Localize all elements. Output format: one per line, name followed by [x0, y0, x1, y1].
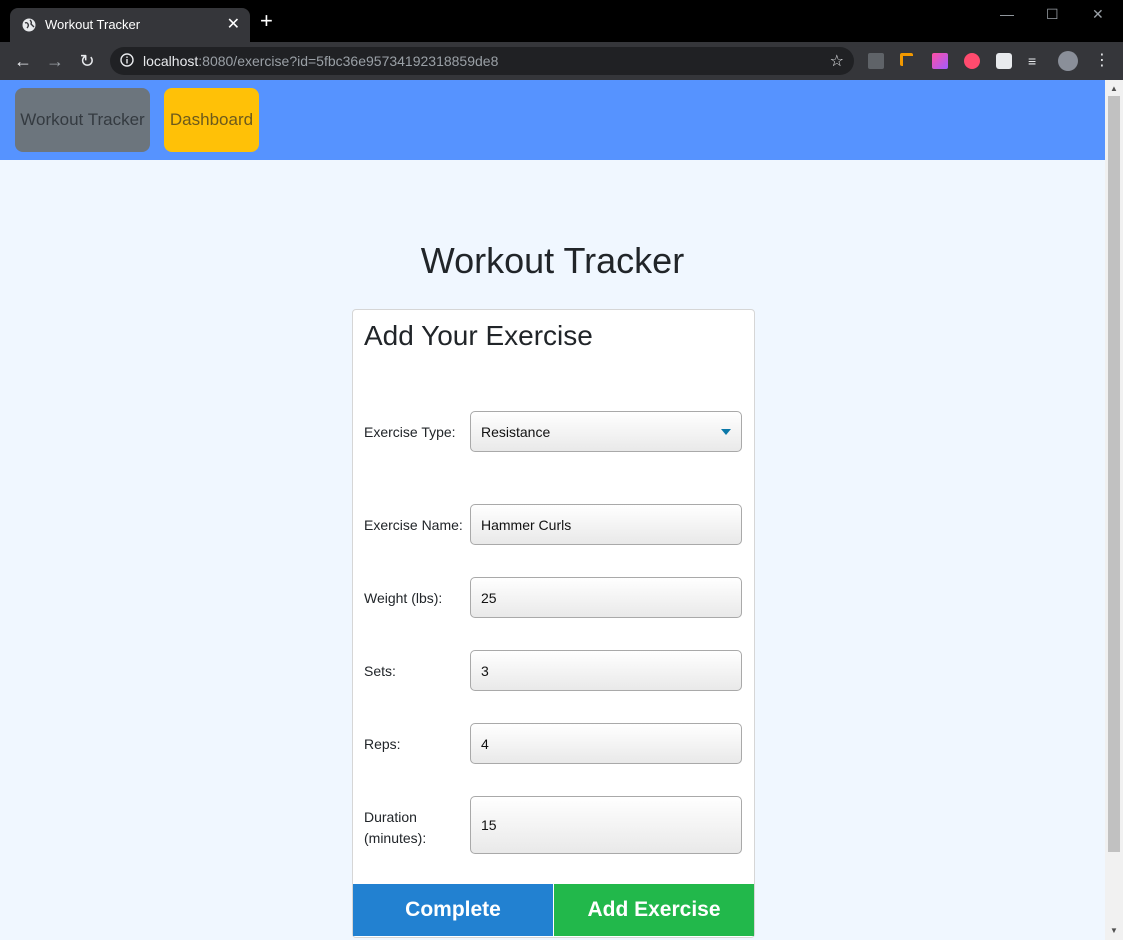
scrollbar-thumb[interactable] [1108, 96, 1120, 852]
weight-input[interactable]: 25 [470, 577, 742, 618]
sets-value: 3 [481, 662, 489, 679]
workout-tracker-nav-button[interactable]: Workout Tracker [15, 88, 150, 152]
info-icon[interactable] [120, 53, 134, 67]
url-path: :8080/exercise?id=5fbc36e95734192318859d… [198, 53, 499, 69]
add-exercise-button[interactable]: Add Exercise [554, 884, 754, 936]
reps-input[interactable]: 4 [470, 723, 742, 764]
extension-gradient-icon[interactable] [932, 53, 948, 69]
exercise-name-input[interactable]: Hammer Curls [470, 504, 742, 545]
duration-label: Duration (minutes): [364, 807, 426, 849]
exercise-name-label: Exercise Name: [364, 517, 463, 533]
back-arrow-icon[interactable]: ← [12, 50, 34, 72]
reps-label: Reps: [364, 736, 401, 752]
page-viewport: Workout Tracker Dashboard Workout Tracke… [0, 80, 1105, 940]
globe-icon [22, 18, 36, 32]
extensions-puzzle-icon[interactable] [996, 53, 1012, 69]
window-close-icon[interactable]: ✕ [1092, 6, 1104, 23]
maximize-icon[interactable]: ☐ [1046, 6, 1059, 23]
exercise-name-value: Hammer Curls [481, 516, 572, 533]
browser-tab-strip: Workout Tracker ✕ + — ☐ ✕ [0, 0, 1123, 42]
exercise-form-card: Add Your Exercise Exercise Type: Resista… [352, 309, 755, 938]
scroll-up-arrow-icon[interactable]: ▲ [1110, 84, 1118, 93]
extension-record-icon[interactable] [964, 53, 980, 69]
duration-input[interactable]: 15 [470, 796, 742, 854]
minimize-icon[interactable]: — [1000, 6, 1014, 22]
sets-label: Sets: [364, 663, 396, 679]
complete-button[interactable]: Complete [353, 884, 553, 936]
close-tab-icon[interactable]: ✕ [227, 14, 240, 34]
exercise-type-value: Resistance [481, 423, 551, 440]
profile-avatar[interactable] [1058, 51, 1078, 71]
sets-input[interactable]: 3 [470, 650, 742, 691]
url-text: localhost:8080/exercise?id=5fbc36e957341… [143, 53, 498, 69]
duration-value: 15 [481, 817, 497, 833]
browser-toolbar: ← → ↻ localhost:8080/exercise?id=5fbc36e… [0, 42, 1123, 80]
reload-icon[interactable]: ↻ [76, 50, 98, 72]
extension-window-icon[interactable] [868, 53, 884, 69]
tab-title: Workout Tracker [45, 17, 141, 32]
bookmark-star-icon[interactable]: ☆ [830, 51, 844, 71]
page-title: Workout Tracker [420, 240, 685, 281]
address-bar[interactable]: localhost:8080/exercise?id=5fbc36e957341… [110, 47, 854, 75]
reps-value: 4 [481, 735, 489, 752]
page-scrollbar[interactable]: ▲ ▼ [1105, 80, 1123, 940]
url-host: localhost [143, 53, 199, 69]
top-navbar: Workout Tracker Dashboard [0, 80, 1105, 160]
exercise-type-label: Exercise Type: [364, 424, 456, 440]
weight-value: 25 [481, 589, 497, 606]
duration-label-line1: Duration [364, 809, 417, 825]
scroll-down-arrow-icon[interactable]: ▼ [1110, 926, 1118, 935]
extension-crop-icon[interactable] [900, 53, 913, 66]
duration-label-line2: (minutes): [364, 830, 427, 846]
media-queue-icon[interactable]: ≡ [1028, 53, 1044, 69]
dropdown-caret-icon [721, 429, 731, 435]
dashboard-nav-button[interactable]: Dashboard [164, 88, 259, 152]
form-title: Add Your Exercise [364, 320, 593, 351]
browser-menu-icon[interactable]: ⋮ [1094, 50, 1110, 70]
new-tab-icon[interactable]: + [260, 10, 273, 32]
exercise-type-select[interactable]: Resistance [470, 411, 742, 452]
weight-label: Weight (lbs): [364, 590, 443, 606]
browser-tab[interactable]: Workout Tracker ✕ [10, 8, 250, 42]
forward-arrow-icon[interactable]: → [44, 50, 66, 72]
